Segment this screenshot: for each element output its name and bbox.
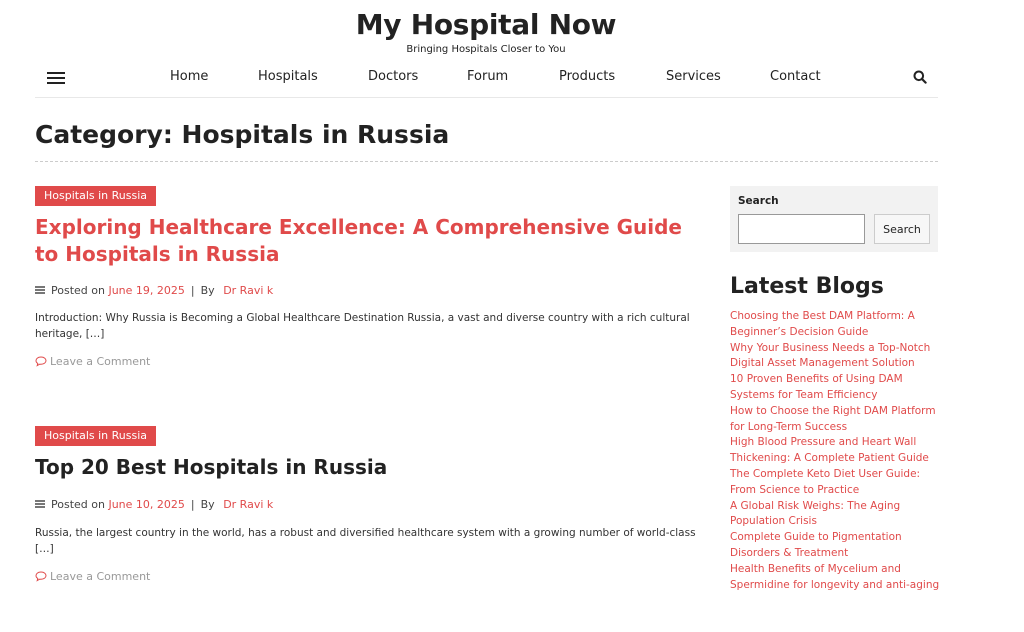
by-label: By [200,498,215,511]
category-badge[interactable]: Hospitals in Russia [35,186,157,206]
latest-blog-link[interactable]: 10 Proven Benefits of Using DAM Systems … [730,372,942,404]
search-widget-label: Search [738,195,779,207]
leave-comment-link[interactable]: Leave a Comment [35,570,150,583]
post-title[interactable]: Top 20 Best Hospitals in Russia [35,454,387,481]
post-excerpt: Russia, the largest country in the world… [35,527,696,555]
latest-blog-link[interactable]: Health Benefits of Mycelium and Spermidi… [730,562,942,594]
post-date-link[interactable]: June 19, 2025 [108,284,184,297]
latest-blogs-heading: Latest Blogs [730,274,884,299]
nav-services[interactable]: Services [666,69,721,84]
list-lines-icon [35,500,45,508]
comment-icon [35,571,47,582]
nav-home[interactable]: Home [170,69,208,84]
leave-comment-label: Leave a Comment [50,570,151,583]
comment-icon [35,356,47,367]
meta-separator: | [190,498,195,511]
latest-blog-link[interactable]: Why Your Business Needs a Top-Notch Digi… [730,341,942,373]
site-tagline: Bringing Hospitals Closer to You [406,44,566,55]
title-divider [35,161,938,162]
latest-blog-link[interactable]: How to Choose the Right DAM Platform for… [730,404,942,436]
nav-products[interactable]: Products [559,69,615,84]
post-meta: Posted on June 10, 2025 | By Dr Ravi k [35,498,273,511]
latest-blog-link[interactable]: A Global Risk Weighs: The Aging Populati… [730,499,942,531]
latest-blogs-list: Choosing the Best DAM Platform: A Beginn… [730,309,942,593]
list-lines-icon [35,286,45,294]
leave-comment-label: Leave a Comment [50,355,151,368]
posted-on-label: Posted on [51,284,105,297]
nav-forum[interactable]: Forum [467,69,508,84]
latest-blog-link[interactable]: High Blood Pressure and Heart Wall Thick… [730,435,942,467]
posted-on-label: Posted on [51,498,105,511]
post-card: Hospitals in Russia Top 20 Best Hospital… [35,426,705,596]
search-widget: Search Search [730,186,938,252]
nav-hospitals[interactable]: Hospitals [258,69,318,84]
latest-blog-link[interactable]: The Complete Keto Diet User Guide: From … [730,467,942,499]
post-author-link[interactable]: Dr Ravi k [223,284,273,297]
post-excerpt: Introduction: Why Russia is Becoming a G… [35,312,690,340]
search-submit-button[interactable]: Search [874,214,930,244]
search-input[interactable] [738,214,865,244]
page-title: Category: Hospitals in Russia [35,120,450,149]
leave-comment-link[interactable]: Leave a Comment [35,355,150,368]
post-date-link[interactable]: June 10, 2025 [108,498,184,511]
post-title[interactable]: Exploring Healthcare Excellence: A Compr… [35,214,705,268]
meta-separator: | [190,284,195,297]
latest-blog-link[interactable]: Complete Guide to Pigmentation Disorders… [730,530,942,562]
nav-contact[interactable]: Contact [770,69,821,84]
hamburger-menu-icon[interactable] [47,71,65,85]
post-meta: Posted on June 19, 2025 | By Dr Ravi k [35,284,273,297]
site-title[interactable]: My Hospital Now [0,8,972,41]
main-navigation: Home Hospitals Doctors Forum Products Se… [35,62,938,98]
category-badge[interactable]: Hospitals in Russia [35,426,157,446]
search-icon[interactable] [913,69,929,85]
post-author-link[interactable]: Dr Ravi k [223,498,273,511]
post-card: Hospitals in Russia Exploring Healthcare… [35,186,705,376]
latest-blog-link[interactable]: Choosing the Best DAM Platform: A Beginn… [730,309,942,341]
nav-doctors[interactable]: Doctors [368,69,418,84]
by-label: By [200,284,215,297]
